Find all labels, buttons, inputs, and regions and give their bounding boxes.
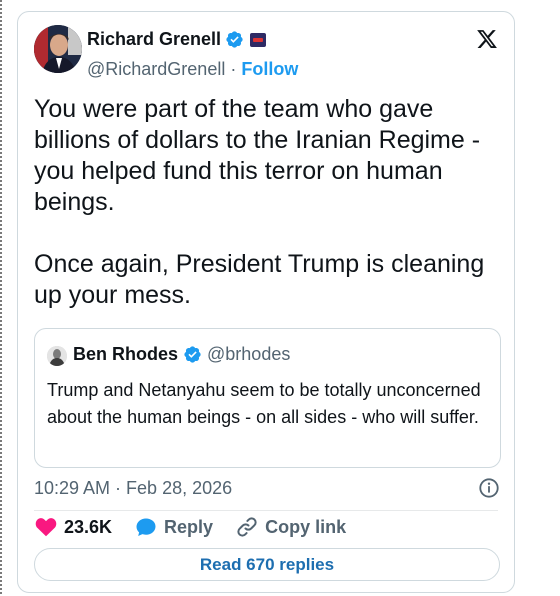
tweet-paragraph-1: You were part of the team who gave billi…	[34, 95, 481, 216]
tweet-timestamp[interactable]: 10:29 AM · Feb 28, 2026	[34, 478, 232, 499]
quoted-tweet-text: Trump and Netanyahu seem to be totally u…	[47, 380, 481, 427]
copy-link-button[interactable]: Copy link	[235, 515, 346, 539]
verified-badge-icon	[226, 31, 243, 48]
quoted-author-name: Ben Rhodes	[73, 344, 179, 364]
reply-bubble-icon	[136, 518, 156, 536]
reply-button[interactable]: Reply	[134, 515, 213, 539]
quoted-tweet[interactable]: Ben Rhodes @brhodes Trump and Netanyahu …	[34, 328, 501, 468]
info-icon[interactable]	[478, 477, 500, 499]
like-button[interactable]: 23.6K	[34, 515, 112, 539]
author-name-row[interactable]: Richard Grenell	[87, 29, 267, 50]
tweet-card: Richard Grenell @RichardGrenell · Follow…	[17, 11, 515, 593]
author-name[interactable]: Richard Grenell	[87, 29, 221, 50]
author-avatar[interactable]	[34, 25, 82, 73]
quoted-author-row: Ben Rhodes @brhodes	[73, 344, 290, 365]
link-icon	[237, 517, 257, 537]
author-handle[interactable]: @RichardGrenell	[87, 59, 225, 79]
reply-label: Reply	[164, 516, 214, 537]
affiliation-badge-icon[interactable]	[250, 32, 267, 47]
tweet-paragraph-2: Once again, President Trump is cleaning …	[34, 250, 485, 309]
action-bar: 23.6K Reply Copy link	[34, 515, 368, 539]
follow-button[interactable]: Follow	[241, 59, 298, 79]
handle-separator: ·	[230, 59, 237, 79]
crop-edge	[0, 0, 2, 596]
quoted-author-handle: @brhodes	[207, 344, 291, 364]
verified-badge-icon	[184, 346, 201, 363]
tweet-text: You were part of the team who gave billi…	[34, 94, 504, 311]
x-logo-icon[interactable]	[476, 28, 498, 50]
like-count: 23.6K	[64, 516, 113, 537]
copy-link-label: Copy link	[265, 516, 347, 537]
quoted-author-avatar	[47, 346, 67, 366]
divider	[34, 510, 498, 511]
read-replies-button[interactable]: Read 670 replies	[34, 548, 500, 581]
heart-icon	[35, 518, 57, 537]
author-handle-row: @RichardGrenell · Follow	[87, 59, 298, 80]
